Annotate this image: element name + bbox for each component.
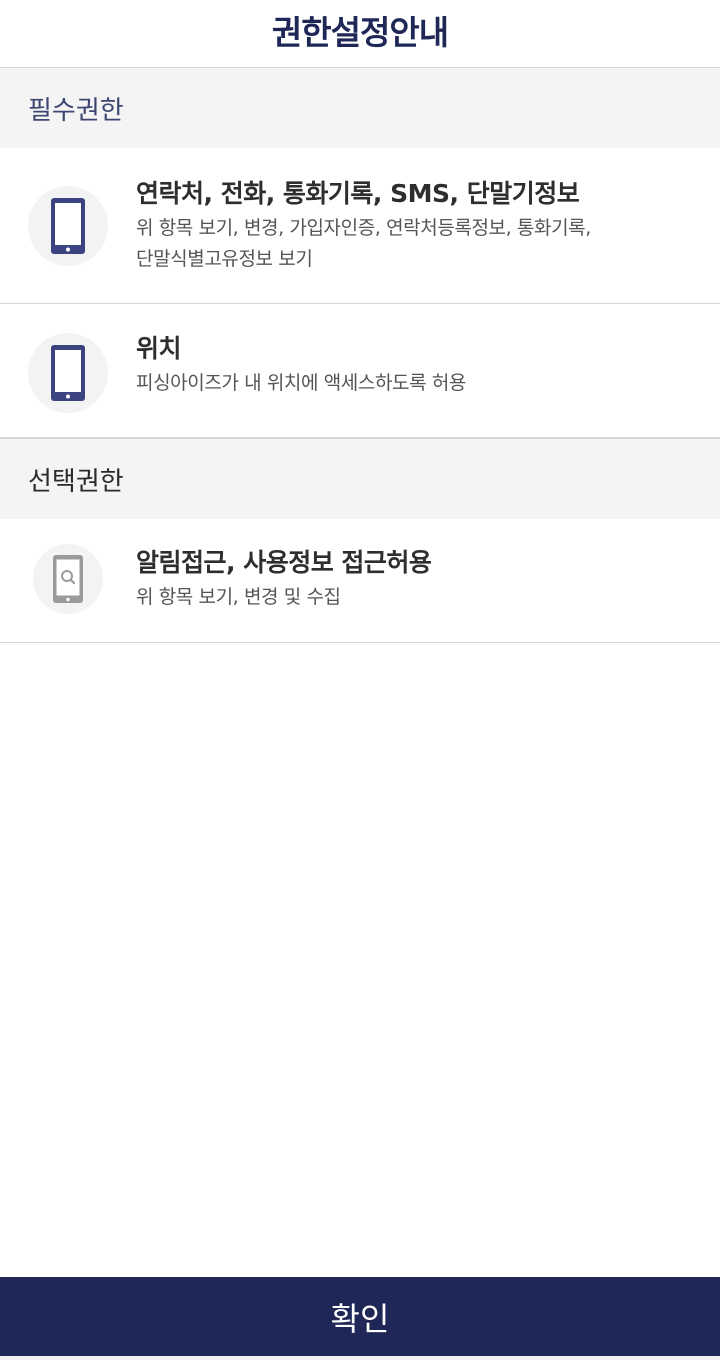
permission-description: 위 항목 보기, 변경 및 수집 [136, 582, 700, 613]
required-permissions-header: 필수권한 [0, 68, 720, 148]
confirm-button[interactable]: 확인 [0, 1277, 720, 1356]
permission-item-location: 위치 피싱아이즈가 내 위치에 액세스하도록 허용 [0, 304, 720, 438]
description-line: 피싱아이즈가 내 위치에 액세스하도록 허용 [136, 372, 466, 394]
page-title: 권한설정안내 [271, 12, 449, 52]
permission-description: 위 항목 보기, 변경, 가입자인증, 연락처등록정보, 통화기록, 단말식별고… [136, 213, 700, 275]
description-line: 위 항목 보기, 변경, 가입자인증, 연락처등록정보, 통화기록, [136, 217, 591, 239]
permission-guide-screen: 권한설정안내 필수권한 연락처, 전화, 통화기록, SMS, 단말기정보 위 … [0, 0, 720, 1360]
permission-title: 연락처, 전화, 통화기록, SMS, 단말기정보 [136, 179, 580, 208]
bottom-divider [0, 1356, 720, 1360]
permission-item-notification-access: 알림접근, 사용정보 접근허용 위 항목 보기, 변경 및 수집 [0, 519, 720, 643]
tablet-icon [28, 186, 108, 266]
description-line: 위 항목 보기, 변경 및 수집 [136, 586, 341, 608]
permission-title: 알림접근, 사용정보 접근허용 [136, 548, 432, 577]
permission-item-contacts: 연락처, 전화, 통화기록, SMS, 단말기정보 위 항목 보기, 변경, 가… [0, 148, 720, 304]
description-line: 단말식별고유정보 보기 [136, 248, 313, 270]
tablet-icon [28, 333, 108, 413]
permission-title: 위치 [136, 334, 182, 363]
section-label: 필수권한 [28, 95, 124, 126]
optional-permissions-header: 선택권한 [0, 438, 720, 519]
section-label: 선택권한 [28, 466, 124, 497]
permission-description: 피싱아이즈가 내 위치에 액세스하도록 허용 [136, 368, 700, 399]
phone-search-icon [33, 544, 103, 614]
app-header: 권한설정안내 [0, 0, 720, 68]
